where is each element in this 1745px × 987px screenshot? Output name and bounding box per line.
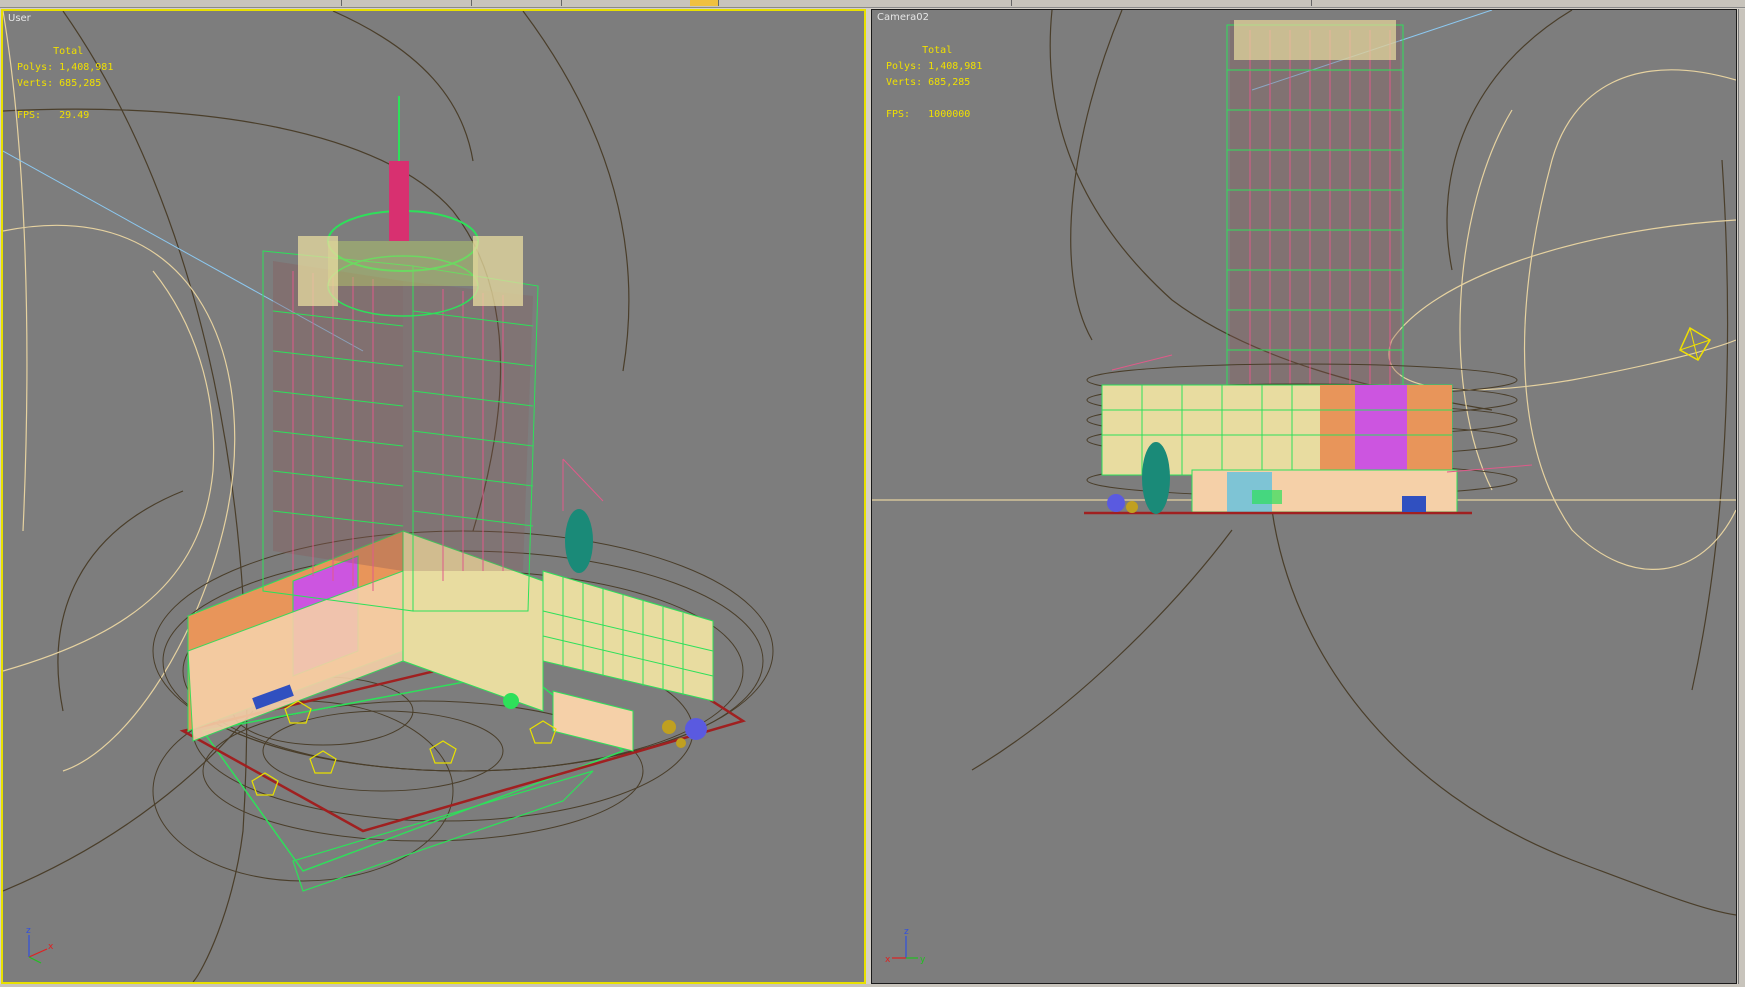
axis-tripod-icon: z x y [885, 927, 926, 965]
stats-verts: Verts: 685,285 [886, 77, 971, 88]
stats-total-label: Total [922, 45, 953, 56]
axis-z-label: z [904, 927, 909, 937]
stats-verts: Verts: 685,285 [17, 78, 102, 89]
viewport-user[interactable]: User Total Polys: 1,408,981 Verts: 685,2… [1, 9, 866, 984]
right-scrollbar[interactable] [1738, 9, 1745, 984]
axis-x-label: x [885, 955, 891, 965]
viewport-user-scene [3, 11, 774, 982]
viewport-camera02-scene [872, 10, 1736, 916]
viewport-label[interactable]: Camera02 [877, 12, 929, 23]
viewport-statistics: Total Polys: 1,408,981 Verts: 685,285 FP… [17, 44, 113, 124]
axis-tripod-icon: z x [26, 926, 54, 964]
toolbar-divider [470, 0, 472, 6]
toolbar-active-slot[interactable] [690, 0, 719, 6]
axis-x-label: x [48, 942, 54, 952]
toolbar-divider [1310, 0, 1312, 6]
viewport-label[interactable]: User [8, 13, 31, 24]
viewport-camera02[interactable]: Camera02 Total Polys: 1,408,981 Verts: 6… [871, 9, 1737, 984]
stats-fps: FPS: 1000000 [886, 109, 971, 120]
toolbar-divider [1010, 0, 1012, 6]
stats-polys: Polys: 1,408,981 [886, 61, 983, 72]
stats-fps: FPS: 29.49 [17, 110, 90, 121]
axis-y-label: y [920, 955, 926, 965]
stats-polys: Polys: 1,408,981 [17, 62, 114, 73]
axis-z-label: z [26, 926, 31, 936]
toolbar-divider [340, 0, 342, 6]
stats-total-label: Total [53, 46, 84, 57]
toolbar-divider [560, 0, 562, 6]
top-toolbar-strip [0, 0, 1745, 8]
viewport-statistics: Total Polys: 1,408,981 Verts: 685,285 FP… [886, 43, 982, 123]
